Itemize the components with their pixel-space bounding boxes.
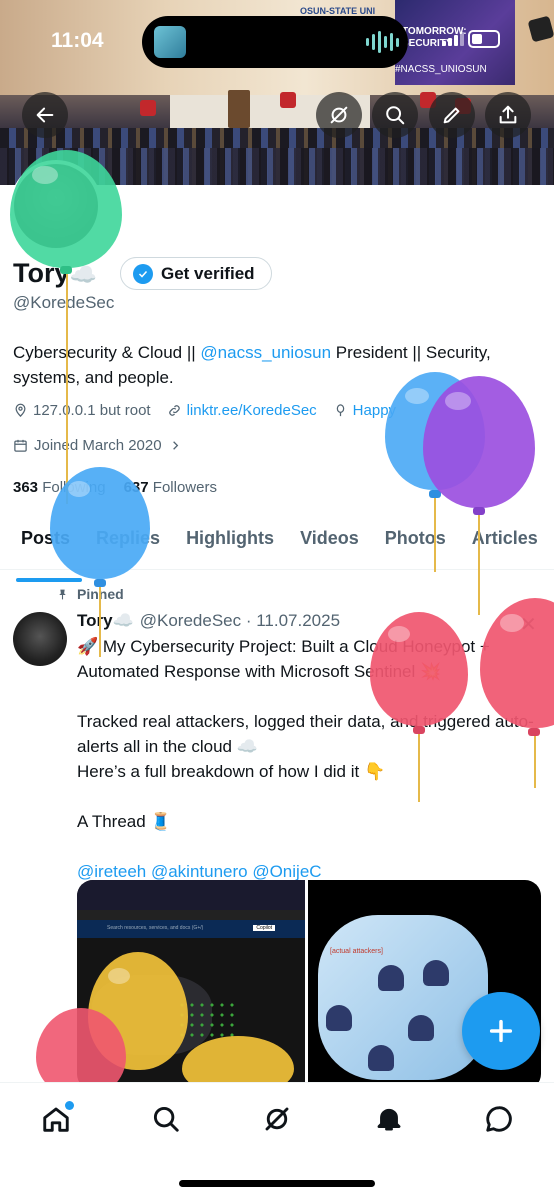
tab-photos[interactable]: Photos [385, 522, 446, 569]
notification-dot [65, 1101, 74, 1110]
search-icon [153, 1106, 179, 1132]
bio-mention-link[interactable]: @nacss_uniosun [200, 343, 331, 362]
share-icon [499, 105, 517, 124]
profile-handle: @KoredeSec [13, 293, 115, 312]
now-playing-thumbnail [154, 26, 186, 58]
cellular-signal-icon [442, 32, 464, 46]
nav-grok[interactable] [259, 1101, 295, 1137]
balloon-icon [336, 404, 344, 417]
message-icon [486, 1106, 512, 1132]
tab-articles[interactable]: Articles [472, 522, 538, 569]
profile-location: 127.0.0.1 but root [13, 402, 151, 419]
grok-icon [265, 1107, 289, 1131]
nav-notifications[interactable] [371, 1101, 407, 1137]
tweet-text: 🚀 My Cybersecurity Project: Built a Clou… [77, 637, 534, 881]
nav-search[interactable] [148, 1101, 184, 1137]
nav-messages[interactable] [481, 1101, 517, 1137]
tweet-mentions[interactable]: @ireteeh @akintunero @OnijeC [77, 862, 322, 881]
banner-chair [140, 100, 156, 116]
plus-icon [489, 1019, 513, 1043]
audio-waveform-icon [366, 30, 399, 54]
calendar-icon [14, 439, 27, 452]
get-verified-button[interactable]: Get verified [120, 257, 272, 290]
banner-top-text: OSUN-STATE UNI [300, 6, 376, 16]
compose-button[interactable] [462, 992, 540, 1070]
search-icon [386, 106, 405, 125]
pinned-label: Pinned [56, 586, 124, 602]
tweet-author-name[interactable]: Tory☁️ [77, 611, 134, 631]
arrow-left-icon [36, 107, 54, 123]
battery-icon [468, 30, 500, 48]
banner-screen-tag: #NACSS_UNIOSUN [395, 64, 487, 75]
tweet-avatar[interactable] [13, 612, 67, 666]
share-button[interactable] [485, 92, 531, 138]
status-time: 11:04 [51, 29, 104, 52]
nav-home[interactable] [38, 1101, 74, 1137]
profile-meta: 127.0.0.1 but root linktr.ee/KoredeSec H… [13, 402, 396, 419]
link-icon [168, 405, 180, 416]
banner-chair [280, 92, 296, 108]
grok-button[interactable] [316, 92, 362, 138]
pin-icon [59, 589, 66, 599]
get-verified-label: Get verified [161, 263, 255, 283]
grok-icon [330, 106, 348, 124]
tab-highlights[interactable]: Highlights [186, 522, 274, 569]
tweet-handle-date[interactable]: @KoredeSec · 11.07.2025 [140, 611, 340, 631]
location-icon [15, 403, 26, 418]
media-search-bar: Search resources, services, and docs (G+… [77, 920, 305, 938]
search-button[interactable] [372, 92, 418, 138]
bell-icon [377, 1108, 401, 1131]
pencil-icon [443, 107, 460, 124]
tab-videos[interactable]: Videos [300, 522, 359, 569]
back-button[interactable] [22, 92, 68, 138]
profile-link[interactable]: linktr.ee/KoredeSec [167, 402, 317, 419]
chevron-right-icon [172, 441, 178, 450]
profile-joined[interactable]: Joined March 2020 [13, 437, 183, 454]
banner-podium [228, 90, 250, 128]
home-indicator[interactable] [179, 1180, 375, 1187]
edit-button[interactable] [429, 92, 475, 138]
tweet-header: Tory☁️ @KoredeSec · 11.07.2025 [77, 611, 340, 631]
verified-badge-icon [133, 263, 153, 284]
dynamic-island[interactable] [142, 16, 408, 68]
media-attackers-label: [actual attackers] [330, 948, 383, 955]
